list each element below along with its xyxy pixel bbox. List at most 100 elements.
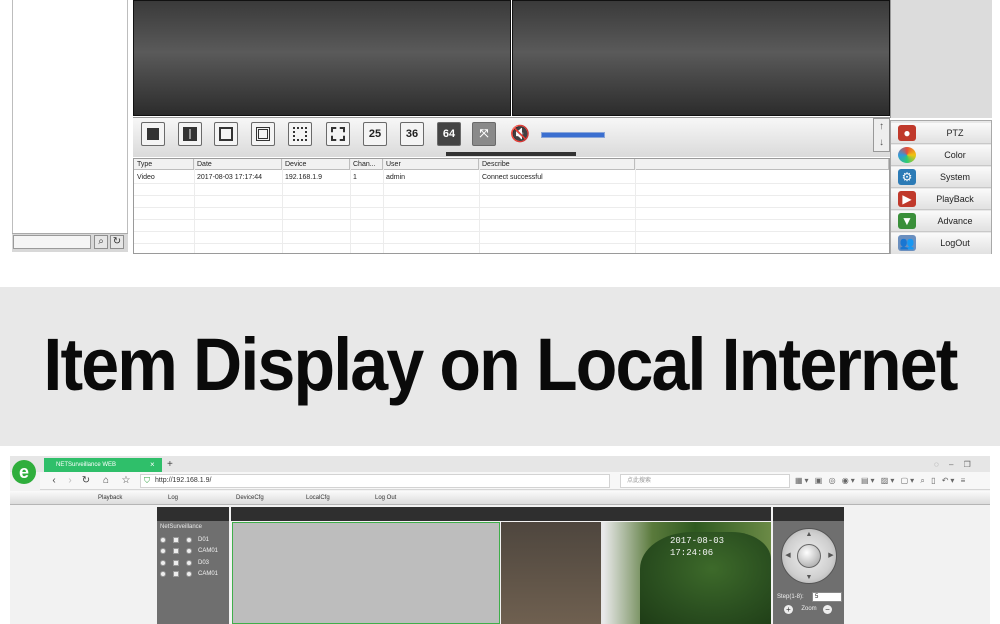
- layout-9-button[interactable]: [251, 122, 275, 146]
- logout-icon: 👥: [898, 235, 916, 251]
- favorite-icon[interactable]: ☆: [120, 475, 132, 487]
- talk-icon[interactable]: [186, 537, 192, 543]
- address-bar[interactable]: http://192.168.1.9/: [140, 474, 610, 488]
- video-pane-1[interactable]: [133, 0, 511, 116]
- fullscreen-icon[interactable]: ⤧: [472, 122, 496, 146]
- menu-system[interactable]: ⚙ System: [891, 167, 991, 188]
- menu-logout-label: LogOut: [940, 238, 970, 248]
- ptz-down-icon[interactable]: ▼: [805, 574, 813, 582]
- play-icon[interactable]: [173, 548, 179, 554]
- web-menu-playback[interactable]: Playback: [98, 491, 122, 505]
- refresh-icon[interactable]: ↻: [110, 235, 124, 249]
- forward-icon[interactable]: ›: [64, 475, 76, 487]
- video-pane-2[interactable]: [512, 0, 890, 116]
- record-icon[interactable]: [160, 548, 166, 554]
- search-icon[interactable]: ⌕: [94, 235, 108, 249]
- layout-1-button[interactable]: [141, 122, 165, 146]
- web-menu-log[interactable]: Log: [168, 491, 178, 505]
- ptz-left-icon[interactable]: ◀: [784, 552, 792, 560]
- play-icon[interactable]: [173, 560, 179, 566]
- reload-icon[interactable]: ↻: [80, 475, 92, 487]
- home-icon[interactable]: ⌂: [100, 475, 112, 487]
- menu-playback[interactable]: ▶ PlayBack: [891, 189, 991, 210]
- layout-4-button[interactable]: [178, 122, 202, 146]
- log-col-type[interactable]: Type: [134, 159, 194, 170]
- web-menu-localcfg[interactable]: LocalCfg: [306, 491, 330, 505]
- log-table: Type Date Device Chan... User Describe V…: [133, 158, 890, 254]
- menu-color-label: Color: [944, 150, 966, 160]
- system-icon: ⚙: [898, 169, 916, 185]
- layout-25-button[interactable]: 25: [363, 122, 387, 146]
- camera-scene-building: [501, 522, 601, 624]
- device-search-input[interactable]: [13, 235, 91, 249]
- log-col-spacer: [635, 159, 889, 170]
- layout-64-button[interactable]: 64: [437, 122, 461, 146]
- playback-icon: ▶: [898, 191, 916, 207]
- log-cell-device: 192.168.1.9: [285, 174, 322, 181]
- ptz-panel-header: [773, 507, 844, 521]
- ptz-icon: ●: [898, 125, 916, 141]
- record-icon[interactable]: [160, 537, 166, 543]
- color-icon: [898, 147, 916, 163]
- web-menu-logout[interactable]: Log Out: [375, 491, 396, 505]
- step-label: Step(1-8):: [777, 594, 804, 600]
- play-icon[interactable]: [173, 571, 179, 577]
- zoom-out-icon[interactable]: −: [823, 605, 832, 614]
- layout-16-button[interactable]: [288, 122, 312, 146]
- log-col-channel[interactable]: Chan...: [350, 159, 383, 170]
- record-icon[interactable]: [160, 560, 166, 566]
- play-icon[interactable]: [173, 537, 179, 543]
- step-select[interactable]: 5: [812, 592, 842, 602]
- volume-slider[interactable]: [541, 132, 605, 138]
- advance-icon: ▼: [898, 213, 916, 229]
- layout-scroll-arrows[interactable]: ↑ ↓: [873, 118, 890, 152]
- device-tree-panel: [12, 0, 128, 252]
- log-cell-describe: Connect successful: [482, 174, 543, 181]
- back-icon[interactable]: ‹: [48, 475, 60, 487]
- browser-tab[interactable]: NETSurveillance WEB: [44, 458, 162, 472]
- ptz-up-icon[interactable]: ▲: [805, 531, 813, 539]
- menu-ptz[interactable]: ● PTZ: [891, 123, 991, 144]
- browser-logo[interactable]: e: [12, 460, 36, 484]
- ptz-right-icon[interactable]: ▶: [827, 552, 835, 560]
- function-menu: ● PTZ Color ⚙ System ▶ PlayBack ▼ Advanc…: [890, 120, 992, 254]
- web-device-panel-header: [157, 507, 229, 521]
- menu-color[interactable]: Color: [891, 145, 991, 166]
- channel-row[interactable]: D03: [160, 558, 226, 568]
- talk-icon[interactable]: [186, 560, 192, 566]
- layout-36-button[interactable]: 36: [400, 122, 424, 146]
- web-menu-devicecfg[interactable]: DeviceCfg: [236, 491, 264, 505]
- new-tab-icon[interactable]: +: [167, 458, 177, 472]
- side-panel-top: [890, 0, 992, 118]
- talk-icon[interactable]: [186, 548, 192, 554]
- layout-20-button[interactable]: [326, 122, 350, 146]
- talk-icon[interactable]: [186, 571, 192, 577]
- search-input[interactable]: 点此搜索: [620, 474, 790, 488]
- menu-logout[interactable]: 👥 LogOut: [891, 233, 991, 254]
- log-col-describe[interactable]: Describe: [479, 159, 635, 170]
- web-menu-bar: Playback Log DeviceCfg LocalCfg Log Out: [10, 491, 990, 505]
- log-col-date[interactable]: Date: [194, 159, 282, 170]
- mute-icon[interactable]: 🔇: [508, 124, 532, 144]
- ptz-center-button[interactable]: [797, 544, 821, 568]
- channel-row[interactable]: D01: [160, 535, 226, 545]
- menu-system-label: System: [939, 172, 970, 182]
- tree-root[interactable]: NetSurveillance: [160, 523, 226, 532]
- toolbar-collapse-handle[interactable]: [446, 152, 576, 156]
- shield-icon: ⛉: [144, 476, 150, 485]
- zoom-label: Zoom: [801, 606, 817, 612]
- zoom-in-icon[interactable]: +: [784, 605, 793, 614]
- log-col-user[interactable]: User: [383, 159, 479, 170]
- browser-toolbar-icons[interactable]: ▦▾ ▣ ◎ ◉▾ ▤▾ ▨▾ ▢▾ ⌕ ▯ ↶▾ ≡: [795, 475, 985, 487]
- tab-close-icon[interactable]: ×: [150, 458, 160, 472]
- layout-6-button[interactable]: [214, 122, 238, 146]
- record-icon[interactable]: [160, 571, 166, 577]
- menu-advance[interactable]: ▼ Advance: [891, 211, 991, 232]
- log-cell-user: admin: [386, 174, 406, 181]
- channel-row[interactable]: CAM01: [160, 569, 226, 579]
- video-timestamp: 2017-08-03 17:24:06: [670, 536, 725, 558]
- window-controls[interactable]: ◌ – ❐ ✕: [934, 458, 990, 483]
- log-col-device[interactable]: Device: [282, 159, 350, 170]
- channel-row[interactable]: CAM01: [160, 546, 226, 556]
- web-video-pane-1[interactable]: [232, 522, 500, 624]
